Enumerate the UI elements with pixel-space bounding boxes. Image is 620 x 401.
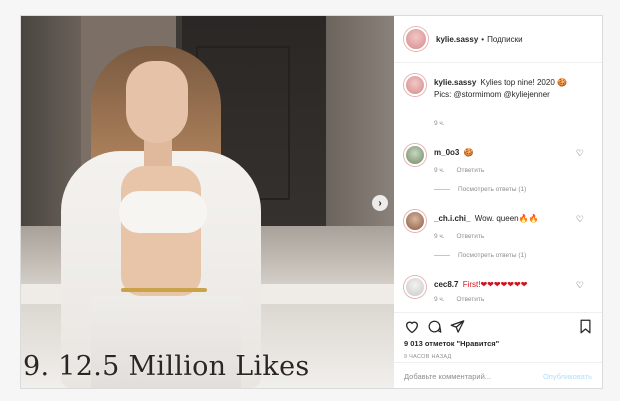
post-media[interactable]: 9. 12.5 Million Likes › <box>21 16 394 388</box>
bookmark-icon[interactable] <box>579 319 592 339</box>
comment-text: _ch.i.chi_ Wow. queen🔥🔥 <box>434 213 579 225</box>
comment-body: 🍪 <box>463 148 474 157</box>
publish-button[interactable]: Опубликовать <box>543 372 592 381</box>
comment-input[interactable] <box>404 369 534 383</box>
reply-button[interactable]: Ответить <box>456 233 484 240</box>
chevron-right-icon: › <box>378 197 382 209</box>
separator-dot: • <box>481 34 485 44</box>
reply-button[interactable]: Ответить <box>456 296 484 303</box>
avatar[interactable] <box>404 144 426 166</box>
heart-icon[interactable]: ♡ <box>576 280 584 291</box>
follow-button[interactable]: Подписки <box>487 35 522 44</box>
post-header: kylie.sassy • Подписки <box>394 16 602 63</box>
comment-time: 9 ч. <box>434 233 445 240</box>
avatar[interactable] <box>404 27 428 51</box>
likes-count[interactable]: 9 013 отметок "Нравится" <box>404 339 499 348</box>
comment-username[interactable]: cec8.7 <box>434 280 458 289</box>
avatar[interactable] <box>404 74 426 96</box>
comment-meta: 9 ч. Ответить <box>434 296 494 303</box>
caption-username[interactable]: kylie.sassy <box>434 78 476 87</box>
header-username[interactable]: kylie.sassy <box>436 35 478 44</box>
next-image-button[interactable]: › <box>372 195 388 211</box>
comment-meta: 9 ч. Ответить <box>434 167 494 174</box>
comment-body: First!❤❤❤❤❤❤❤ <box>462 280 528 289</box>
post-timestamp[interactable]: 9 ЧАСОВ НАЗАД <box>404 354 452 360</box>
likes-label: отметок "Нравится" <box>424 339 500 348</box>
comment-body: Wow. queen🔥🔥 <box>474 214 539 223</box>
comment-time: 9 ч. <box>434 167 445 174</box>
comments-list[interactable]: kylie.sassy Kylies top nine! 2020 🍪 Pics… <box>394 64 602 308</box>
comment-username[interactable]: _ch.i.chi_ <box>434 214 470 223</box>
person-top <box>119 191 207 233</box>
view-replies-label: Посмотреть ответы (1) <box>458 252 527 259</box>
comment-username[interactable]: m_0o3 <box>434 148 459 157</box>
comment-icon[interactable] <box>427 319 442 339</box>
caption-line1: Kylies top nine! 2020 🍪 <box>480 78 567 87</box>
heart-icon[interactable]: ♡ <box>576 214 584 225</box>
add-comment-bar: Опубликовать <box>394 362 602 389</box>
caption-time: 9 ч. <box>434 120 445 127</box>
media-caption: 9. 12.5 Million Likes <box>23 351 310 382</box>
comment-text: m_0o3 🍪 <box>434 147 579 159</box>
comment-text: cec8.7 First!❤❤❤❤❤❤❤ <box>434 279 579 291</box>
view-replies-button[interactable]: Посмотреть ответы (1) <box>434 186 526 193</box>
like-heart-icon[interactable] <box>404 319 420 339</box>
caption-meta: 9 ч. <box>434 120 455 127</box>
person-face <box>126 61 188 143</box>
likes-number: 9 013 <box>404 339 423 348</box>
view-replies-label: Посмотреть ответы (1) <box>458 186 527 193</box>
share-icon[interactable] <box>450 319 465 339</box>
person-waist-chain <box>121 288 207 292</box>
post-side-panel: kylie.sassy • Подписки kylie.sassy Kylie… <box>394 16 602 388</box>
comment-meta: 9 ч. Ответить <box>434 233 494 240</box>
divider <box>434 255 450 256</box>
reply-button[interactable]: Ответить <box>456 167 484 174</box>
action-bar <box>394 312 602 334</box>
caption-text: kylie.sassy Kylies top nine! 2020 🍪 Pics… <box>434 77 594 101</box>
avatar[interactable] <box>404 210 426 232</box>
comment-time: 9 ч. <box>434 296 445 303</box>
divider <box>434 189 450 190</box>
caption-line2: Pics: @stormimom @kyliejenner <box>434 90 550 99</box>
avatar[interactable] <box>404 276 426 298</box>
heart-icon[interactable]: ♡ <box>576 148 584 159</box>
view-replies-button[interactable]: Посмотреть ответы (1) <box>434 252 526 259</box>
post-modal: 9. 12.5 Million Likes › kylie.sassy • По… <box>20 15 603 389</box>
